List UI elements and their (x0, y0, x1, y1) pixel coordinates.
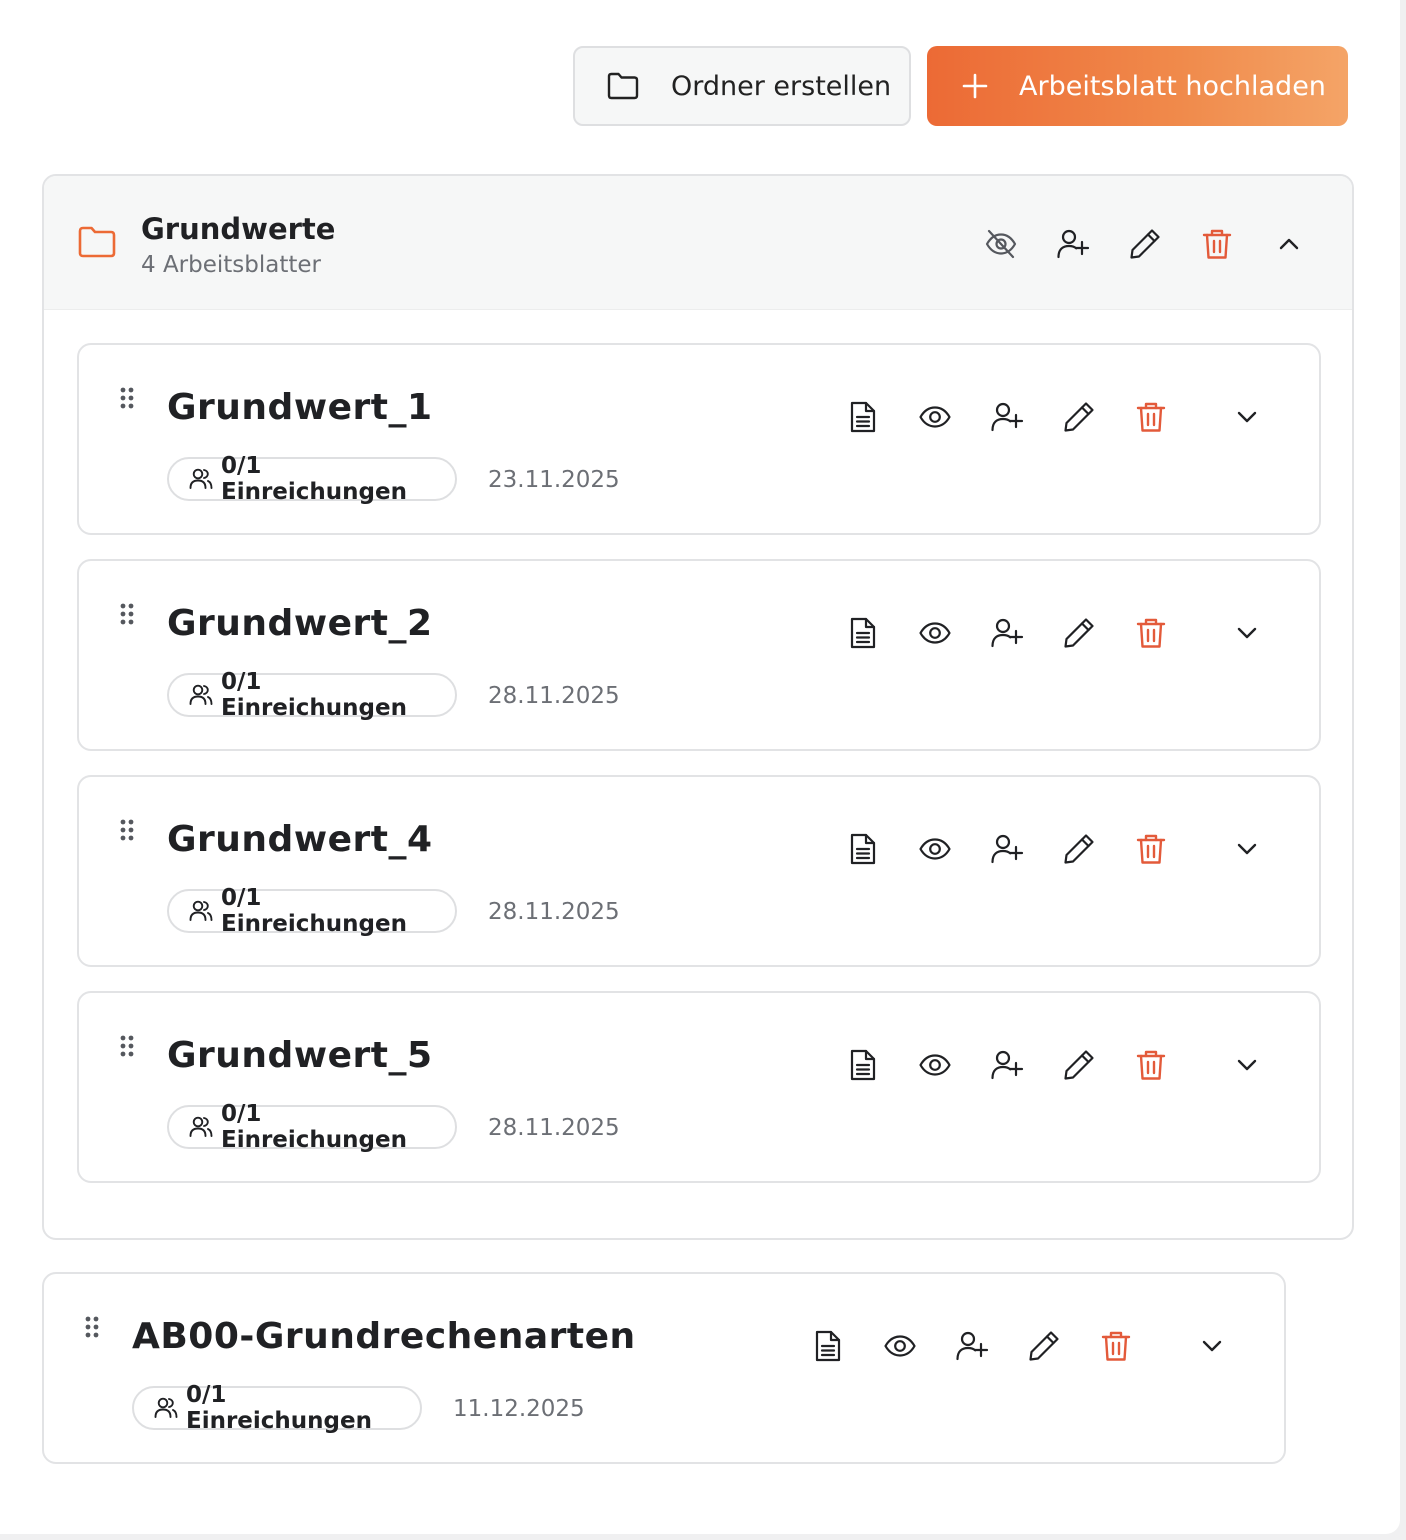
create-folder-button[interactable]: Ordner erstellen (573, 46, 911, 126)
submissions-label: 0/1 Einreichungen (221, 453, 407, 505)
users-icon (154, 1397, 178, 1419)
worksheet-date: 28.11.2025 (488, 899, 620, 925)
eye-off-icon[interactable] (979, 222, 1023, 266)
worksheet-card[interactable]: Grundwert_5 0/1 Einreichungen 28.11.2025 (77, 991, 1321, 1183)
chevron-down-icon[interactable] (1190, 1324, 1234, 1368)
pencil-icon[interactable] (1057, 1043, 1101, 1087)
eye-icon[interactable] (913, 611, 957, 655)
submissions-label: 0/1 Einreichungen (186, 1382, 372, 1434)
submissions-badge[interactable]: 0/1 Einreichungen (167, 885, 457, 937)
worksheet-title: Grundwert_1 (167, 387, 433, 428)
worksheet-card[interactable]: Grundwert_2 0/1 Einreichungen 28.11.2025 (77, 559, 1321, 751)
user-plus-icon[interactable] (985, 1043, 1029, 1087)
page: Ordner erstellen Arbeitsblatt hochladen … (0, 0, 1400, 1534)
worksheet-card[interactable]: Grundwert_4 0/1 Einreichungen 28.11.2025 (77, 775, 1321, 967)
worksheet-date: 28.11.2025 (488, 683, 620, 709)
folder-title: Grundwerte (141, 212, 336, 246)
user-plus-icon[interactable] (1051, 222, 1095, 266)
trash-icon[interactable] (1129, 1043, 1173, 1087)
document-icon[interactable] (806, 1324, 850, 1368)
eye-icon[interactable] (878, 1324, 922, 1368)
chevron-down-icon[interactable] (1225, 1043, 1269, 1087)
drag-handle-icon[interactable] (119, 387, 135, 417)
chevron-up-icon[interactable] (1267, 222, 1311, 266)
worksheet-card[interactable]: Grundwert_1 0/1 Einreichungen 23.11.2025 (77, 343, 1321, 535)
pencil-icon[interactable] (1057, 395, 1101, 439)
pencil-icon[interactable] (1022, 1324, 1066, 1368)
worksheet-date: 28.11.2025 (488, 1115, 620, 1141)
worksheet-date: 11.12.2025 (453, 1396, 585, 1422)
submissions-label: 0/1 Einreichungen (221, 1101, 407, 1153)
submissions-badge[interactable]: 0/1 Einreichungen (132, 1382, 422, 1434)
drag-handle-icon[interactable] (84, 1316, 100, 1346)
submissions-badge[interactable]: 0/1 Einreichungen (167, 453, 457, 505)
submissions-label: 0/1 Einreichungen (221, 669, 407, 721)
trash-icon[interactable] (1129, 827, 1173, 871)
drag-handle-icon[interactable] (119, 603, 135, 633)
folder-panel: Grundwerte 4 Arbeitsblatter Grundwert_1 … (42, 174, 1354, 1240)
pencil-icon[interactable] (1123, 222, 1167, 266)
users-icon (189, 900, 213, 922)
users-icon (189, 684, 213, 706)
eye-icon[interactable] (913, 395, 957, 439)
user-plus-icon[interactable] (950, 1324, 994, 1368)
folder-header[interactable]: Grundwerte 4 Arbeitsblatter (44, 176, 1352, 310)
chevron-down-icon[interactable] (1225, 395, 1269, 439)
submissions-label: 0/1 Einreichungen (221, 885, 407, 937)
worksheet-date: 23.11.2025 (488, 467, 620, 493)
worksheet-title: Grundwert_5 (167, 1035, 433, 1076)
document-icon[interactable] (841, 395, 885, 439)
user-plus-icon[interactable] (985, 611, 1029, 655)
chevron-down-icon[interactable] (1225, 611, 1269, 655)
submissions-badge[interactable]: 0/1 Einreichungen (167, 1101, 457, 1153)
folder-subtitle: 4 Arbeitsblatter (141, 252, 322, 278)
document-icon[interactable] (841, 1043, 885, 1087)
document-icon[interactable] (841, 611, 885, 655)
folder-icon (607, 72, 639, 100)
document-icon[interactable] (841, 827, 885, 871)
user-plus-icon[interactable] (985, 827, 1029, 871)
drag-handle-icon[interactable] (119, 1035, 135, 1065)
worksheet-title: Grundwert_2 (167, 603, 433, 644)
folder-icon (78, 226, 116, 262)
pencil-icon[interactable] (1057, 611, 1101, 655)
worksheet-title: AB00-Grundrechenarten (132, 1316, 636, 1357)
chevron-down-icon[interactable] (1225, 827, 1269, 871)
submissions-badge[interactable]: 0/1 Einreichungen (167, 669, 457, 721)
users-icon (189, 1116, 213, 1138)
eye-icon[interactable] (913, 1043, 957, 1087)
upload-worksheet-button[interactable]: Arbeitsblatt hochladen (927, 46, 1348, 126)
plus-icon (961, 72, 989, 100)
eye-icon[interactable] (913, 827, 957, 871)
create-folder-label: Ordner erstellen (671, 70, 892, 102)
trash-icon[interactable] (1129, 395, 1173, 439)
trash-icon[interactable] (1094, 1324, 1138, 1368)
trash-icon[interactable] (1195, 222, 1239, 266)
worksheet-card[interactable]: AB00-Grundrechenarten 0/1 Einreichungen … (42, 1272, 1286, 1464)
drag-handle-icon[interactable] (119, 819, 135, 849)
users-icon (189, 468, 213, 490)
pencil-icon[interactable] (1057, 827, 1101, 871)
trash-icon[interactable] (1129, 611, 1173, 655)
toolbar: Ordner erstellen Arbeitsblatt hochladen (573, 46, 1348, 126)
upload-worksheet-label: Arbeitsblatt hochladen (1019, 70, 1326, 102)
user-plus-icon[interactable] (985, 395, 1029, 439)
worksheet-title: Grundwert_4 (167, 819, 433, 860)
